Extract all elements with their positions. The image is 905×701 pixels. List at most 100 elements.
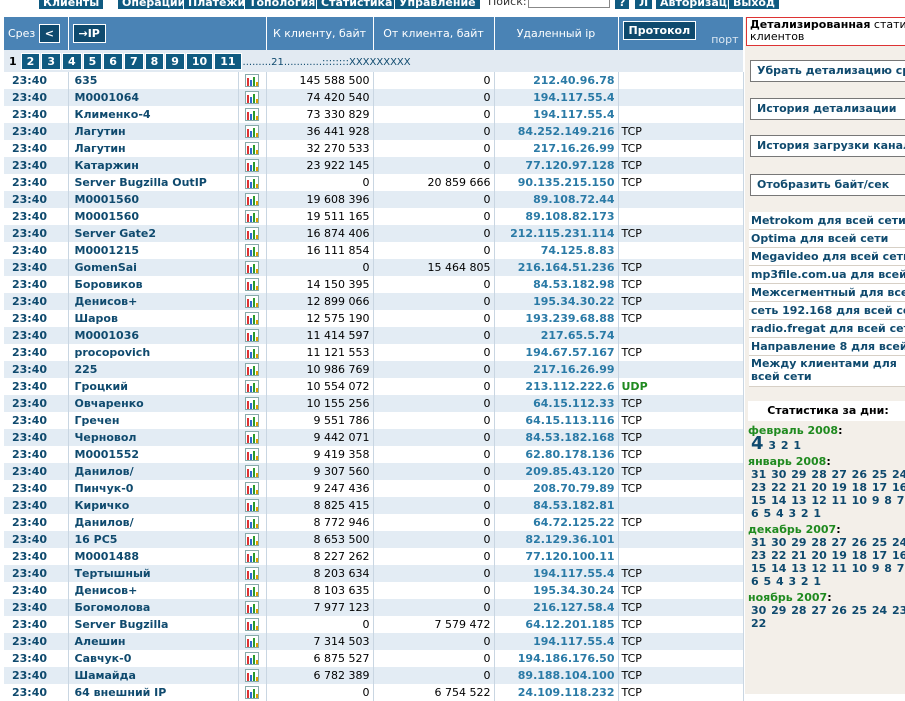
row-time[interactable]: 23:40 [4,191,69,208]
network-link[interactable]: сеть 192.168 для всей сети [749,302,905,320]
bytes-per-sec-button[interactable]: Отобразить байт/сек [750,174,905,196]
row-remote-ip[interactable]: 89.188.104.100 [494,667,619,684]
chart-icon[interactable] [238,191,267,208]
bar-chart-icon[interactable] [245,533,259,547]
row-client-name[interactable]: M0001215 [68,242,239,259]
chart-icon[interactable] [238,327,267,344]
row-time[interactable]: 23:40 [4,361,69,378]
row-time[interactable]: 23:40 [4,514,69,531]
chart-icon[interactable] [238,140,267,157]
row-remote-ip[interactable]: 24.109.118.232 [494,684,619,701]
search-go-button[interactable]: ? [614,0,631,10]
bar-chart-icon[interactable] [245,499,259,513]
network-link[interactable]: mp3file.com.ua для всей сети [749,266,905,284]
row-client-name[interactable]: Лагутин [68,123,239,140]
chart-icon[interactable] [238,650,267,667]
day-links[interactable]: 30 29 28 27 26 25 24 23 22 [751,604,905,630]
row-time[interactable]: 23:40 [4,548,69,565]
row-time[interactable]: 23:40 [4,327,69,344]
row-remote-ip[interactable]: 217.16.26.99 [494,361,619,378]
bar-chart-icon[interactable] [245,142,259,156]
page-link-5[interactable]: 5 [82,52,103,70]
chart-icon[interactable] [238,276,267,293]
bar-chart-icon[interactable] [245,550,259,564]
bar-chart-icon[interactable] [245,584,259,598]
bar-chart-icon[interactable] [245,601,259,615]
row-client-name[interactable]: Шамайда [68,667,239,684]
row-remote-ip[interactable]: 194.117.55.4 [494,633,619,650]
nav-topology[interactable]: Топология [244,0,321,10]
chart-icon[interactable] [238,378,267,395]
row-time[interactable]: 23:40 [4,531,69,548]
chart-icon[interactable] [238,667,267,684]
network-link[interactable]: Между клиентами для всей сети [749,356,905,387]
row-remote-ip[interactable]: 195.34.30.22 [494,293,619,310]
row-remote-ip[interactable]: 77.120.97.128 [494,157,619,174]
row-remote-ip[interactable]: 64.12.201.185 [494,616,619,633]
chart-icon[interactable] [238,480,267,497]
to-ip-button[interactable]: →IP [72,24,106,43]
bar-chart-icon[interactable] [245,567,259,581]
row-time[interactable]: 23:40 [4,684,69,701]
bar-chart-icon[interactable] [245,465,259,479]
row-client-name[interactable]: 16 PC5 [68,531,239,548]
network-link[interactable]: Optima для всей сети [749,230,905,248]
help-button[interactable]: Л [634,0,654,10]
row-time[interactable]: 23:40 [4,225,69,242]
row-time[interactable]: 23:40 [4,89,69,106]
bar-chart-icon[interactable] [245,278,259,292]
row-time[interactable]: 23:40 [4,446,69,463]
row-time[interactable]: 23:40 [4,565,69,582]
row-time[interactable]: 23:40 [4,276,69,293]
row-client-name[interactable]: Шаров [68,310,239,327]
month-days[interactable]: 4 3 2 1 [748,435,905,453]
row-remote-ip[interactable]: 64.15.112.33 [494,395,619,412]
row-time[interactable]: 23:40 [4,293,69,310]
row-client-name[interactable]: 64 внешний IP [68,684,239,701]
row-time[interactable]: 23:40 [4,242,69,259]
row-client-name[interactable]: Лагутин [68,140,239,157]
row-remote-ip[interactable]: 194.117.55.4 [494,565,619,582]
bar-chart-icon[interactable] [245,431,259,445]
bar-chart-icon[interactable] [245,329,259,343]
chart-icon[interactable] [238,412,267,429]
row-time[interactable]: 23:40 [4,429,69,446]
row-time[interactable]: 23:40 [4,395,69,412]
bar-chart-icon[interactable] [245,91,259,105]
network-link[interactable]: Metrokom для всей сети [749,212,905,230]
bar-chart-icon[interactable] [245,125,259,139]
row-client-name[interactable]: GomenSai [68,259,239,276]
row-client-name[interactable]: Тертышный [68,565,239,582]
bar-chart-icon[interactable] [245,380,259,394]
row-client-name[interactable]: Данилов/ [68,514,239,531]
bar-chart-icon[interactable] [245,159,259,173]
page-link-2[interactable]: 2 [20,52,41,70]
row-client-name[interactable]: Клименко-4 [68,106,239,123]
row-remote-ip[interactable]: 64.72.125.22 [494,514,619,531]
network-link[interactable]: Межсегментный для всей сети [749,284,905,302]
chart-icon[interactable] [238,395,267,412]
row-remote-ip[interactable]: 64.15.113.116 [494,412,619,429]
chart-icon[interactable] [238,463,267,480]
bar-chart-icon[interactable] [245,295,259,309]
search-input[interactable] [528,0,610,8]
row-remote-ip[interactable]: 212.115.231.114 [494,225,619,242]
row-time[interactable]: 23:40 [4,72,69,89]
bar-chart-icon[interactable] [245,312,259,326]
row-client-name[interactable]: Алешин [68,633,239,650]
chart-icon[interactable] [238,599,267,616]
row-time[interactable]: 23:40 [4,463,69,480]
chart-icon[interactable] [238,497,267,514]
to-client-header[interactable]: К клиенту, байт [266,17,374,50]
row-client-name[interactable]: Гроцкий [68,378,239,395]
row-client-name[interactable]: M0001560 [68,191,239,208]
chart-icon[interactable] [238,72,267,89]
chart-icon[interactable] [238,633,267,650]
bar-chart-icon[interactable] [245,193,259,207]
page-link-4[interactable]: 4 [61,52,82,70]
row-time[interactable]: 23:40 [4,157,69,174]
month-days[interactable]: 31 30 29 28 27 26 25 24 23 22 21 20 19 1… [748,536,905,588]
row-client-name[interactable]: 225 [68,361,239,378]
page-link-10[interactable]: 10 [185,52,214,70]
nav-payments[interactable]: Платежи [183,0,251,10]
